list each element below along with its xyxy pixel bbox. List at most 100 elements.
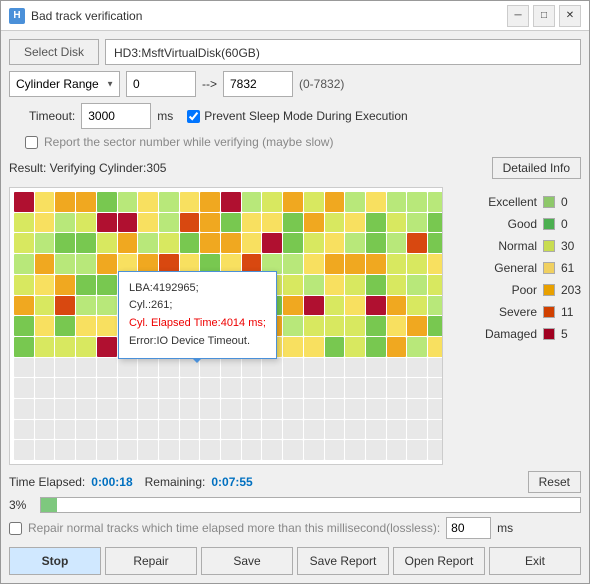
grid-cell[interactable] (304, 233, 324, 253)
grid-cell[interactable] (221, 316, 241, 336)
grid-cell[interactable] (35, 316, 55, 336)
report-sector-checkbox[interactable] (25, 136, 38, 149)
grid-cell[interactable] (283, 337, 303, 357)
grid-cell[interactable] (118, 213, 138, 233)
grid-cell[interactable] (180, 296, 200, 316)
grid-cell[interactable] (387, 275, 407, 295)
grid-cell[interactable] (200, 213, 220, 233)
grid-cell[interactable] (159, 275, 179, 295)
detailed-info-button[interactable]: Detailed Info (492, 157, 581, 179)
grid-cell[interactable] (262, 399, 282, 419)
grid-cell[interactable] (55, 254, 75, 274)
grid-cell[interactable] (138, 213, 158, 233)
grid-cell[interactable] (345, 337, 365, 357)
grid-cell[interactable] (180, 275, 200, 295)
grid-cell[interactable] (283, 275, 303, 295)
grid-cell[interactable] (387, 440, 407, 460)
grid-cell[interactable] (304, 254, 324, 274)
grid-cell[interactable] (200, 420, 220, 440)
grid-cell[interactable] (283, 358, 303, 378)
grid-cell[interactable] (262, 440, 282, 460)
grid-cell[interactable] (180, 420, 200, 440)
grid-cell[interactable] (407, 440, 427, 460)
grid-cell[interactable] (366, 296, 386, 316)
grid-cell[interactable] (35, 192, 55, 212)
grid-cell[interactable] (242, 337, 262, 357)
save-report-button[interactable]: Save Report (297, 547, 389, 575)
grid-cell[interactable] (200, 316, 220, 336)
grid-cell[interactable] (387, 233, 407, 253)
grid-cell[interactable] (283, 378, 303, 398)
grid-cell[interactable] (159, 296, 179, 316)
grid-cell[interactable] (325, 233, 345, 253)
grid-cell[interactable] (118, 440, 138, 460)
minimize-button[interactable]: ─ (507, 5, 529, 27)
grid-cell[interactable] (387, 420, 407, 440)
grid-cell[interactable] (76, 275, 96, 295)
grid-cell[interactable] (221, 358, 241, 378)
grid-cell[interactable] (283, 399, 303, 419)
grid-cell[interactable] (345, 296, 365, 316)
grid-cell[interactable] (262, 233, 282, 253)
grid-cell[interactable] (159, 233, 179, 253)
grid-cell[interactable] (283, 296, 303, 316)
grid-cell[interactable] (180, 337, 200, 357)
grid-cell[interactable] (118, 316, 138, 336)
grid-cell[interactable] (325, 440, 345, 460)
grid-cell[interactable] (159, 440, 179, 460)
grid-cell[interactable] (366, 358, 386, 378)
grid-cell[interactable] (428, 296, 443, 316)
grid-cell[interactable] (35, 254, 55, 274)
grid-cell[interactable] (221, 233, 241, 253)
grid-cell[interactable] (325, 358, 345, 378)
grid-cell[interactable] (55, 440, 75, 460)
grid-cell[interactable] (221, 254, 241, 274)
grid-cell[interactable] (366, 378, 386, 398)
grid-cell[interactable] (366, 316, 386, 336)
grid-cell[interactable] (366, 440, 386, 460)
grid-cell[interactable] (407, 296, 427, 316)
grid-cell[interactable] (304, 337, 324, 357)
grid-cell[interactable] (428, 337, 443, 357)
grid-cell[interactable] (55, 213, 75, 233)
grid-cell[interactable] (35, 440, 55, 460)
grid-cell[interactable] (221, 378, 241, 398)
timeout-input[interactable] (81, 103, 151, 129)
grid-cell[interactable] (387, 213, 407, 233)
grid-cell[interactable] (118, 378, 138, 398)
grid-cell[interactable] (262, 296, 282, 316)
grid-cell[interactable] (325, 420, 345, 440)
grid-cell[interactable] (283, 192, 303, 212)
grid-cell[interactable] (138, 337, 158, 357)
grid-cell[interactable] (180, 440, 200, 460)
grid-cell[interactable] (55, 378, 75, 398)
grid-cell[interactable] (345, 399, 365, 419)
grid-cell[interactable] (366, 213, 386, 233)
grid-cell[interactable] (304, 420, 324, 440)
grid-cell[interactable] (387, 378, 407, 398)
grid-cell[interactable] (283, 420, 303, 440)
grid-cell[interactable] (138, 440, 158, 460)
grid-cell[interactable] (242, 316, 262, 336)
grid-cell[interactable] (366, 399, 386, 419)
grid-cell[interactable] (242, 440, 262, 460)
grid-cell[interactable] (262, 254, 282, 274)
grid-cell[interactable] (118, 192, 138, 212)
grid-cell[interactable] (97, 420, 117, 440)
grid-cell[interactable] (304, 358, 324, 378)
grid-cell[interactable] (407, 399, 427, 419)
grid-cell[interactable] (180, 358, 200, 378)
grid-cell[interactable] (97, 337, 117, 357)
grid-cell[interactable] (428, 192, 443, 212)
grid-cell[interactable] (200, 399, 220, 419)
grid-cell[interactable] (76, 233, 96, 253)
grid-cell[interactable] (262, 420, 282, 440)
grid-cell[interactable] (55, 337, 75, 357)
grid-cell[interactable] (304, 378, 324, 398)
grid-cell[interactable] (138, 420, 158, 440)
grid-cell[interactable] (345, 213, 365, 233)
grid-cell[interactable] (118, 254, 138, 274)
reset-button[interactable]: Reset (528, 471, 581, 493)
grid-cell[interactable] (55, 296, 75, 316)
grid-cell[interactable] (366, 275, 386, 295)
